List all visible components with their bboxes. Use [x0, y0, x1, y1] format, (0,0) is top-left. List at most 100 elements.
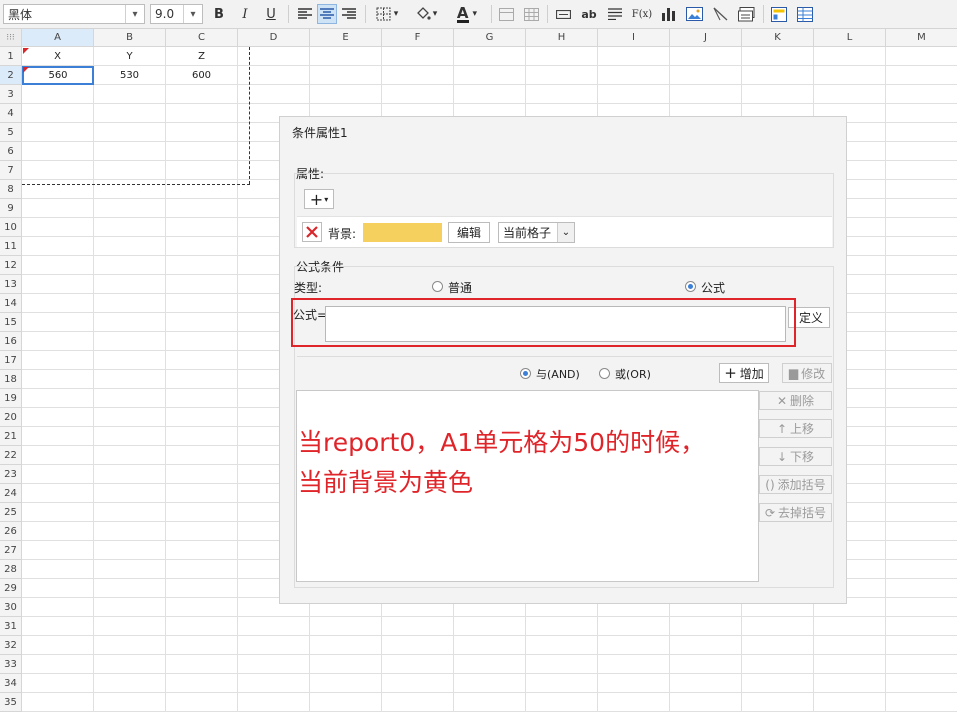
cell[interactable]: [22, 237, 94, 256]
cell[interactable]: [94, 693, 166, 712]
cell[interactable]: [886, 541, 957, 560]
cell[interactable]: [886, 484, 957, 503]
background-color-swatch[interactable]: [363, 223, 442, 242]
cell[interactable]: [22, 142, 94, 161]
cell[interactable]: [166, 218, 238, 237]
cell[interactable]: [886, 408, 957, 427]
cell[interactable]: [382, 636, 454, 655]
cell[interactable]: [886, 218, 957, 237]
cell[interactable]: [814, 636, 886, 655]
cell[interactable]: [22, 351, 94, 370]
cell[interactable]: [238, 674, 310, 693]
cell[interactable]: [886, 66, 957, 85]
cell[interactable]: [598, 85, 670, 104]
cell[interactable]: [22, 427, 94, 446]
cell[interactable]: [238, 617, 310, 636]
cell[interactable]: [886, 351, 957, 370]
cell[interactable]: [310, 66, 382, 85]
row-header[interactable]: 33: [0, 655, 22, 674]
cell[interactable]: [742, 85, 814, 104]
cell[interactable]: [22, 180, 94, 199]
cell[interactable]: [94, 199, 166, 218]
cell[interactable]: [886, 598, 957, 617]
type-normal-radio[interactable]: [432, 281, 443, 292]
cell[interactable]: [526, 655, 598, 674]
type-formula-label[interactable]: 公式: [701, 279, 725, 296]
or-radio[interactable]: [599, 368, 610, 379]
cell[interactable]: [166, 180, 238, 199]
cell[interactable]: [526, 85, 598, 104]
cell[interactable]: [598, 636, 670, 655]
row-header[interactable]: 8: [0, 180, 22, 199]
cell[interactable]: [670, 636, 742, 655]
cell[interactable]: 600: [166, 66, 238, 85]
cell[interactable]: [94, 598, 166, 617]
cell[interactable]: [742, 655, 814, 674]
cell[interactable]: [454, 617, 526, 636]
cell[interactable]: [670, 693, 742, 712]
cell[interactable]: [670, 47, 742, 66]
column-header[interactable]: M: [886, 29, 957, 47]
cell[interactable]: 530: [94, 66, 166, 85]
row-header[interactable]: 6: [0, 142, 22, 161]
cell[interactable]: [22, 389, 94, 408]
cell[interactable]: [166, 579, 238, 598]
cell[interactable]: [886, 465, 957, 484]
row-header[interactable]: 18: [0, 370, 22, 389]
row-header[interactable]: 4: [0, 104, 22, 123]
cell[interactable]: [94, 674, 166, 693]
cell[interactable]: [166, 693, 238, 712]
font-family-select[interactable]: 黑体 ▾: [3, 4, 145, 24]
cell[interactable]: [94, 218, 166, 237]
cell[interactable]: [886, 199, 957, 218]
cell[interactable]: [22, 503, 94, 522]
cell[interactable]: [94, 256, 166, 275]
cell[interactable]: [22, 256, 94, 275]
cell[interactable]: [94, 180, 166, 199]
column-header[interactable]: G: [454, 29, 526, 47]
cell[interactable]: [94, 408, 166, 427]
cell[interactable]: [814, 47, 886, 66]
cell[interactable]: [670, 617, 742, 636]
cell[interactable]: [598, 617, 670, 636]
table-layout-icon[interactable]: [794, 4, 816, 24]
fill-color-icon[interactable]: ▾: [410, 4, 442, 24]
cell[interactable]: [166, 85, 238, 104]
cell[interactable]: [94, 370, 166, 389]
cell[interactable]: [310, 47, 382, 66]
row-header[interactable]: 25: [0, 503, 22, 522]
cell[interactable]: [94, 313, 166, 332]
cell[interactable]: [22, 446, 94, 465]
cell[interactable]: [166, 370, 238, 389]
cell[interactable]: [22, 218, 94, 237]
underline-button[interactable]: U: [262, 4, 280, 24]
textbox-icon[interactable]: [553, 4, 573, 24]
cell[interactable]: [94, 427, 166, 446]
row-header[interactable]: 2: [0, 66, 22, 85]
cell[interactable]: [94, 579, 166, 598]
row-header[interactable]: 27: [0, 541, 22, 560]
cell[interactable]: [886, 693, 957, 712]
cell[interactable]: [814, 674, 886, 693]
cell[interactable]: [166, 389, 238, 408]
cell[interactable]: [238, 636, 310, 655]
cell[interactable]: [310, 655, 382, 674]
cell[interactable]: [742, 617, 814, 636]
row-header[interactable]: 20: [0, 408, 22, 427]
cell[interactable]: [886, 275, 957, 294]
cell[interactable]: [814, 693, 886, 712]
cell[interactable]: [166, 560, 238, 579]
cell[interactable]: [94, 294, 166, 313]
row-header[interactable]: 29: [0, 579, 22, 598]
move-down-button[interactable]: ↓ 下移: [759, 447, 832, 466]
cell[interactable]: [886, 674, 957, 693]
select-all-corner[interactable]: ⁝⁝⁝: [0, 29, 22, 47]
cell[interactable]: [94, 465, 166, 484]
cell[interactable]: [94, 503, 166, 522]
cell[interactable]: [22, 617, 94, 636]
cell[interactable]: [94, 85, 166, 104]
cell[interactable]: [166, 294, 238, 313]
row-header[interactable]: 22: [0, 446, 22, 465]
cell[interactable]: [382, 47, 454, 66]
column-header[interactable]: E: [310, 29, 382, 47]
